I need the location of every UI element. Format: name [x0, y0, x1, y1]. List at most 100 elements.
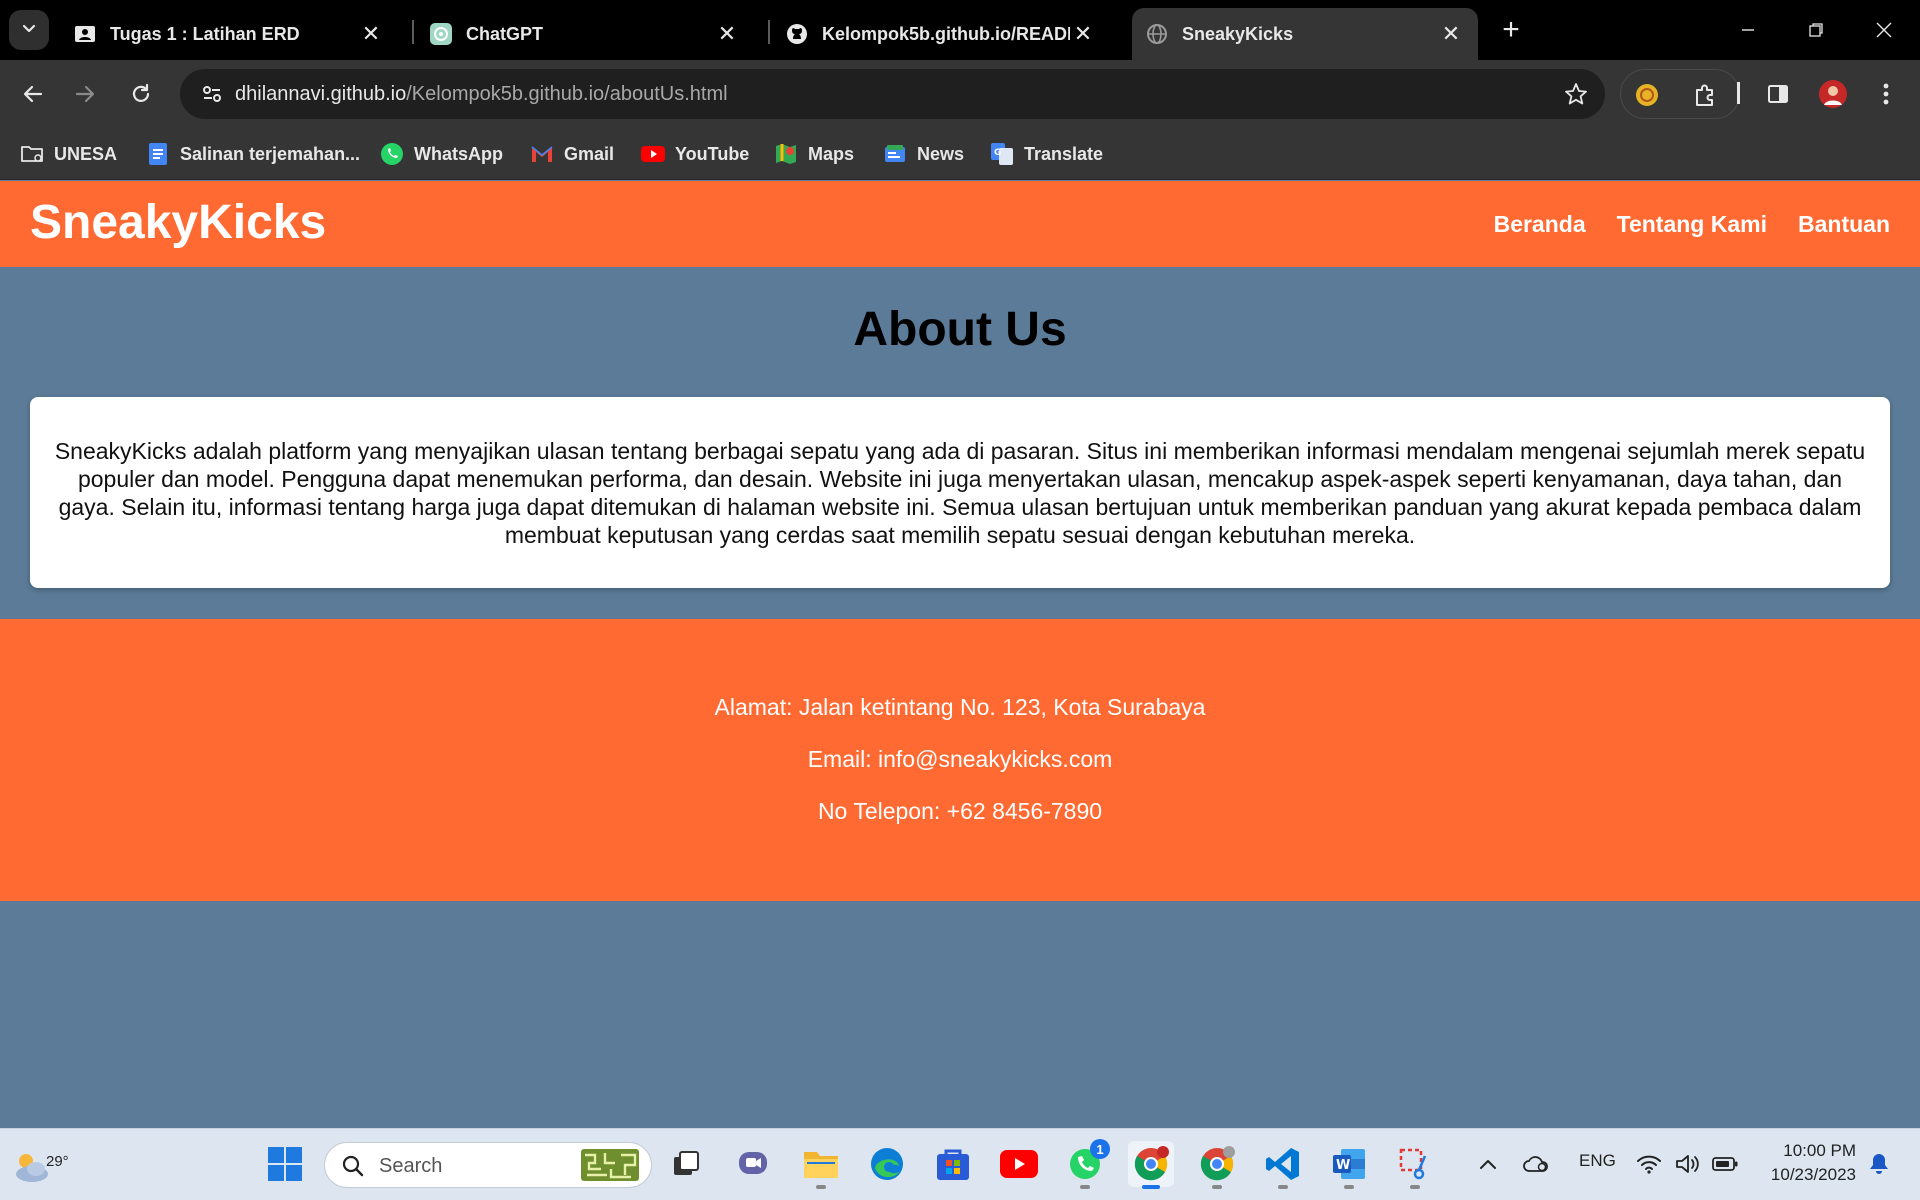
wifi-button[interactable]	[1632, 1141, 1666, 1187]
bookmark-maps[interactable]: Maps	[774, 138, 854, 170]
temperature: 29°	[46, 1153, 69, 1170]
browser-toolbar: dhilannavi.github.io/Kelompok5b.github.i…	[0, 60, 1920, 128]
reload-button[interactable]	[121, 74, 161, 114]
tab-github-readme[interactable]: Kelompok5b.github.io/README ✕	[772, 8, 1110, 60]
github-icon	[786, 23, 808, 45]
bookmarks-bar: UNESA Salinan terjemahan... WhatsApp Gma…	[0, 128, 1920, 180]
extension-button[interactable]	[1631, 79, 1663, 111]
bookmark-news[interactable]: News	[883, 138, 964, 170]
whatsapp-icon	[380, 142, 404, 166]
toolbar-divider	[1737, 82, 1740, 104]
bookmark-translate[interactable]: G Translate	[990, 138, 1103, 170]
nav-link-beranda[interactable]: Beranda	[1494, 211, 1586, 238]
weather-widget[interactable]: 29°	[12, 1139, 69, 1189]
extensions-menu-button[interactable]	[1689, 79, 1721, 111]
close-icon	[1876, 22, 1892, 38]
profile-button[interactable]	[1813, 74, 1853, 114]
microsoft-store-button[interactable]	[930, 1141, 976, 1187]
task-view-button[interactable]	[663, 1141, 709, 1187]
bookmark-salinan[interactable]: Salinan terjemahan...	[146, 138, 360, 170]
tune-icon	[203, 86, 221, 102]
start-button[interactable]	[262, 1141, 308, 1187]
chrome-menu-button[interactable]	[1866, 74, 1906, 114]
windows-icon	[268, 1147, 302, 1181]
bookmark-label: WhatsApp	[414, 143, 503, 164]
side-panel-button[interactable]	[1758, 74, 1798, 114]
language-indicator[interactable]: ENG	[1579, 1151, 1616, 1171]
restore-button[interactable]	[1796, 12, 1836, 48]
scissors-icon	[1399, 1148, 1427, 1180]
bookmark-youtube[interactable]: YouTube	[641, 138, 749, 170]
nav-link-tentang-kami[interactable]: Tentang Kami	[1617, 211, 1767, 238]
tab-chatgpt[interactable]: ChatGPT ✕	[416, 8, 754, 60]
close-window-button[interactable]	[1864, 12, 1904, 48]
word-icon: W	[1333, 1149, 1365, 1179]
close-icon[interactable]: ✕	[358, 21, 384, 47]
url-text[interactable]: dhilannavi.github.io/Kelompok5b.github.i…	[235, 83, 728, 106]
edge-button[interactable]	[864, 1141, 910, 1187]
svg-text:G: G	[994, 148, 1001, 158]
volume-button[interactable]	[1670, 1141, 1704, 1187]
vscode-button[interactable]	[1260, 1141, 1306, 1189]
avatar	[1819, 80, 1847, 108]
reload-icon	[132, 83, 150, 102]
tab-title: Kelompok5b.github.io/README	[822, 23, 1070, 44]
bookmark-label: YouTube	[675, 143, 750, 164]
youtube-app-button[interactable]	[996, 1141, 1042, 1187]
teams-chat-button[interactable]	[730, 1141, 776, 1187]
battery-icon	[1712, 1157, 1738, 1171]
bookmark-gmail[interactable]: Gmail	[530, 138, 614, 170]
taskbar: 29° Search 1 W ENG 10:00 PM 10/23/2023	[0, 1128, 1920, 1200]
chrome-profile-button[interactable]	[1194, 1141, 1240, 1189]
clock[interactable]: 10:00 PM 10/23/2023	[1771, 1139, 1856, 1187]
forward-button[interactable]	[65, 74, 105, 114]
tab-divider	[412, 20, 414, 44]
restore-icon	[1809, 23, 1823, 37]
notifications-button[interactable]	[1862, 1141, 1896, 1187]
whatsapp-app-button[interactable]: 1	[1062, 1139, 1110, 1189]
running-indicator	[1410, 1185, 1420, 1189]
task-view-icon	[674, 1151, 699, 1175]
chat-icon	[739, 1152, 767, 1174]
translate-icon: G	[990, 142, 1014, 166]
bookmark-unesa[interactable]: UNESA	[20, 138, 117, 170]
site-nav: Beranda Tentang Kami Bantuan	[1463, 211, 1890, 238]
tab-search-button[interactable]	[9, 10, 49, 50]
word-button[interactable]: W	[1326, 1141, 1372, 1189]
extensions-group	[1620, 69, 1740, 119]
tab-sneakykicks[interactable]: SneakyKicks ✕	[1132, 8, 1478, 60]
youtube-icon	[641, 142, 665, 166]
url-path: /Kelompok5b.github.io/aboutUs.html	[406, 83, 728, 105]
running-indicator	[816, 1185, 826, 1189]
site-settings-button[interactable]	[192, 74, 232, 114]
minimize-button[interactable]	[1728, 12, 1768, 48]
taskbar-search[interactable]: Search	[324, 1142, 652, 1188]
onedrive-button[interactable]	[1518, 1141, 1554, 1187]
back-button[interactable]	[13, 74, 53, 114]
file-explorer-button[interactable]	[798, 1141, 844, 1189]
brand-logo[interactable]: SneakyKicks	[30, 195, 326, 250]
new-tab-button[interactable]: +	[1494, 13, 1528, 47]
close-icon[interactable]: ✕	[714, 21, 740, 47]
close-icon[interactable]: ✕	[1438, 21, 1464, 47]
svg-text:W: W	[1336, 1158, 1350, 1173]
bookmark-whatsapp[interactable]: WhatsApp	[380, 138, 503, 170]
wifi-icon	[1637, 1155, 1661, 1174]
close-icon[interactable]: ✕	[1070, 21, 1096, 47]
search-icon	[342, 1155, 364, 1177]
bookmark-star-button[interactable]	[1561, 79, 1591, 109]
address-bar[interactable]: dhilannavi.github.io/Kelompok5b.github.i…	[180, 69, 1605, 119]
chrome-app-button[interactable]	[1128, 1141, 1174, 1189]
tab-tugas[interactable]: Tugas 1 : Latihan ERD ✕	[60, 8, 398, 60]
bookmark-label: News	[917, 143, 965, 164]
show-hidden-icons-button[interactable]	[1470, 1141, 1506, 1187]
tab-strip: Tugas 1 : Latihan ERD ✕ ChatGPT ✕ Kelomp…	[0, 0, 1920, 60]
snipping-tool-button[interactable]	[1392, 1141, 1438, 1189]
folder-icon	[804, 1152, 838, 1178]
battery-button[interactable]	[1708, 1141, 1742, 1187]
side-panel-icon	[1768, 85, 1788, 103]
nav-link-bantuan[interactable]: Bantuan	[1798, 211, 1890, 238]
chrome-icon	[1200, 1146, 1235, 1181]
puzzle-icon	[1696, 84, 1713, 106]
youtube-icon	[1000, 1150, 1038, 1178]
